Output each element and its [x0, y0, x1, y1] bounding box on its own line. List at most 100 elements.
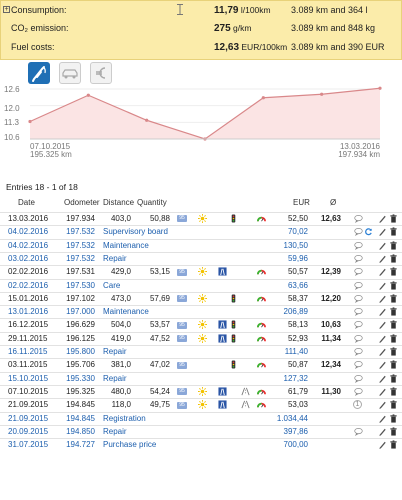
chart-point[interactable] — [28, 119, 32, 124]
comment-icon[interactable] — [354, 347, 363, 356]
edit-icon[interactable] — [378, 227, 387, 237]
row-category[interactable]: Registration — [103, 413, 146, 425]
comment-icon[interactable] — [354, 334, 363, 343]
comment-icon[interactable] — [354, 267, 363, 277]
comment-icon[interactable] — [354, 294, 363, 303]
delete-icon[interactable] — [389, 440, 398, 449]
row-date: 07.10.2015 — [8, 386, 49, 396]
delete-icon[interactable] — [389, 334, 398, 343]
row-date: 16.12.2015 — [8, 320, 49, 330]
chart-point[interactable] — [145, 118, 149, 122]
row-category[interactable]: Care — [103, 280, 120, 292]
edit-icon[interactable] — [378, 400, 387, 410]
delete-icon[interactable] — [389, 400, 398, 409]
row-category[interactable]: Purchase price — [103, 439, 156, 451]
comment-icon[interactable] — [354, 241, 363, 250]
delete-icon[interactable] — [389, 374, 398, 383]
delete-icon[interactable] — [389, 267, 398, 276]
delete-icon[interactable] — [389, 347, 398, 356]
comment-icon[interactable] — [354, 254, 363, 263]
edit-icon[interactable] — [378, 281, 387, 290]
row-eur: 127,32 — [283, 373, 308, 383]
row-category[interactable]: Repair — [103, 373, 127, 385]
row-category[interactable]: Supervisory board — [103, 226, 168, 238]
table-row[interactable]: 15.01.2016 197.102 473,0 57,69 58,37 12,20 95 — [0, 291, 402, 305]
row-date: 16.11.2015 — [8, 347, 48, 356]
table-row[interactable]: 21.09.2015 194.845 Registration 1.034,44 — [0, 411, 402, 425]
chart-point[interactable] — [378, 86, 382, 90]
delete-icon[interactable] — [389, 360, 398, 369]
chart-point[interactable] — [86, 93, 90, 97]
delete-icon[interactable] — [389, 387, 398, 396]
row-category[interactable]: Maintenance — [103, 240, 149, 252]
delete-icon[interactable] — [389, 227, 398, 236]
table-row[interactable]: 07.10.2015 195.325 480,0 54,24 61,79 11,30 95 — [0, 384, 402, 398]
chart-point[interactable] — [320, 92, 324, 96]
edit-icon[interactable] — [378, 254, 387, 263]
edit-icon[interactable] — [378, 334, 387, 343]
table-row[interactable]: 21.09.2015 194.845 118,0 49,75 53,03 95 1 — [0, 398, 402, 411]
table-row[interactable]: 03.02.2016 197.532 Repair 59,96 — [0, 251, 402, 265]
table-row[interactable]: 03.11.2015 195.706 381,0 47,02 50,87 12,34 95 — [0, 358, 402, 371]
recurring-icon[interactable] — [364, 227, 373, 236]
comment-icon[interactable] — [354, 427, 363, 436]
table-row[interactable]: 31.07.2015 194.727 Purchase price 700,00 — [0, 438, 402, 451]
edit-icon[interactable] — [378, 427, 387, 436]
edit-icon[interactable] — [378, 414, 387, 423]
comment-icon[interactable] — [354, 281, 363, 290]
col-avg: Ø — [330, 198, 337, 207]
row-eur: 50,87 — [287, 360, 308, 370]
row-category[interactable]: Maintenance — [103, 306, 149, 318]
table-row[interactable]: 29.11.2015 196.125 419,0 47,52 52,93 11,34 95 — [0, 331, 402, 345]
table-row[interactable]: 02.02.2016 197.530 Care 63,66 — [0, 278, 402, 292]
comment-icon[interactable] — [354, 214, 363, 223]
highway-icon — [218, 334, 227, 343]
delete-icon[interactable] — [389, 294, 398, 303]
edit-icon[interactable] — [378, 294, 387, 303]
row-eur: 206,89 — [283, 307, 308, 317]
comment-icon[interactable] — [354, 227, 363, 237]
table-row[interactable]: 13.03.2016 197.934 403,0 50,88 52,50 12,63 95 — [0, 212, 402, 225]
edit-icon[interactable] — [378, 320, 387, 330]
delete-icon[interactable] — [389, 214, 398, 223]
delete-icon[interactable] — [389, 254, 398, 263]
table-row[interactable]: 15.10.2015 195.330 Repair 127,32 — [0, 371, 402, 385]
info-badge[interactable]: 1 — [353, 400, 362, 410]
table-row[interactable]: 20.09.2015 194.850 Repair 397,86 — [0, 424, 402, 438]
edit-icon[interactable] — [378, 360, 387, 370]
traffic-light-icon — [229, 294, 238, 303]
edit-icon[interactable] — [378, 307, 387, 316]
edit-icon[interactable] — [378, 241, 387, 250]
row-category[interactable]: Repair — [103, 346, 127, 358]
row-category[interactable]: Repair — [103, 426, 127, 438]
y-tick-label: 11.3 — [4, 118, 19, 127]
delete-icon[interactable] — [389, 307, 398, 316]
fuel-type-badge: 95 — [177, 386, 187, 398]
delete-icon[interactable] — [389, 413, 398, 423]
comment-icon[interactable] — [354, 387, 363, 396]
comment-icon[interactable] — [354, 360, 363, 370]
comment-icon[interactable] — [354, 374, 363, 383]
table-row[interactable]: 04.02.2016 197.532 Supervisory board 70,02 — [0, 225, 402, 238]
delete-icon[interactable] — [389, 241, 398, 250]
edit-icon[interactable] — [378, 387, 387, 396]
table-row[interactable]: 02.02.2016 197.531 429,0 53,15 50,57 12,39 95 — [0, 265, 402, 278]
table-row[interactable]: 16.12.2015 196.629 504,0 53,57 58,13 10,63 95 — [0, 318, 402, 331]
delete-icon[interactable] — [389, 280, 398, 290]
table-row[interactable]: 16.11.2015 195.800 Repair 111,40 — [0, 345, 402, 358]
table-row[interactable]: 13.01.2016 197.000 Maintenance 206,89 — [0, 305, 402, 318]
edit-icon[interactable] — [378, 214, 387, 223]
comment-icon[interactable] — [354, 320, 363, 330]
chart-point[interactable] — [261, 96, 265, 100]
summary-total: 3.089 km and 848 kg — [291, 23, 376, 33]
edit-icon[interactable] — [378, 347, 387, 356]
delete-icon[interactable] — [389, 320, 398, 329]
delete-icon[interactable] — [389, 427, 398, 436]
highway-icon — [218, 267, 227, 276]
table-row[interactable]: 04.02.2016 197.532 Maintenance 130,50 — [0, 238, 402, 252]
edit-icon[interactable] — [378, 267, 387, 277]
row-category[interactable]: Repair — [103, 253, 127, 265]
edit-icon[interactable] — [378, 374, 387, 383]
edit-icon[interactable] — [378, 440, 387, 449]
comment-icon[interactable] — [354, 307, 363, 317]
